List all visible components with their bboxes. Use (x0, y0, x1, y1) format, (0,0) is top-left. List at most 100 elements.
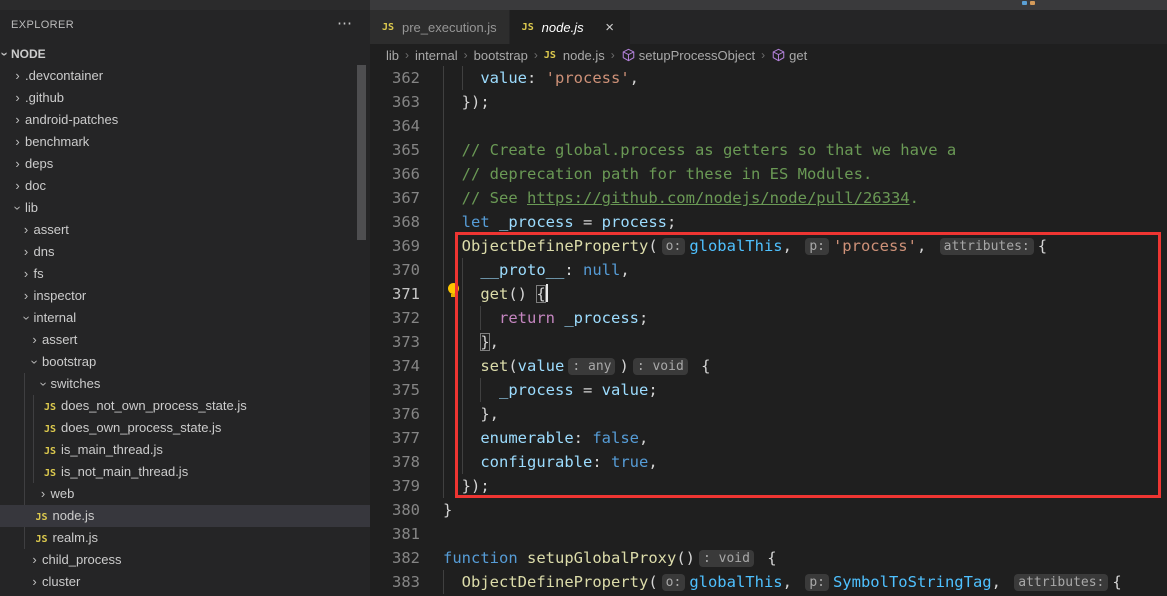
sidebar-scrollbar[interactable] (357, 65, 366, 240)
tree-item-bootstrap[interactable]: ›bootstrap (0, 351, 370, 373)
tree-item-deps[interactable]: ›deps (0, 153, 370, 175)
explorer-sidebar: EXPLORER ⋯ › NODE ›.devcontainer›.github… (0, 10, 370, 596)
code-line-363[interactable]: 363 }); (370, 90, 1167, 114)
breadcrumb-item-internal[interactable]: internal (415, 48, 458, 63)
tree-item-benchmark[interactable]: ›benchmark (0, 131, 370, 153)
code-token (443, 69, 480, 87)
tree-item-label: inspector (34, 288, 87, 303)
code-line-379[interactable]: 379 }); (370, 474, 1167, 498)
code-line-375[interactable]: 375 _process = value; (370, 378, 1167, 402)
tree-item-does-not-own-process-state.js[interactable]: JSdoes_not_own_process_state.js (0, 395, 370, 417)
tree-item-web[interactable]: ›web (0, 483, 370, 505)
breadcrumb-item-lib[interactable]: lib (386, 48, 399, 63)
tree-item-internal[interactable]: ›internal (0, 307, 370, 329)
code-line-380[interactable]: 380} (370, 498, 1167, 522)
code-line-364[interactable]: 364 (370, 114, 1167, 138)
inlay-hint: o: (662, 238, 686, 255)
breadcrumb-item-setupProcessObject[interactable]: setupProcessObject (621, 48, 755, 63)
code-token: process (602, 213, 667, 231)
code-line-377[interactable]: 377 enumerable: false, (370, 426, 1167, 450)
code-token: set (480, 357, 508, 375)
code-token (443, 333, 480, 351)
explorer-more-actions-icon[interactable]: ⋯ (337, 14, 352, 32)
code-token: let (462, 213, 490, 231)
tab-node.js[interactable]: JSnode.js× (510, 10, 630, 44)
code-line-373[interactable]: 373 }, (370, 330, 1167, 354)
tree-item-lib[interactable]: ›lib (0, 197, 370, 219)
workspace-section-node[interactable]: › NODE (0, 43, 370, 65)
code-line-367[interactable]: 367 // See https://github.com/nodejs/nod… (370, 186, 1167, 210)
code-line-369[interactable]: 369 ObjectDefineProperty(o:globalThis, p… (370, 234, 1167, 258)
tree-item-assert[interactable]: ›assert (0, 329, 370, 351)
tree-item-label: child_process (42, 552, 122, 567)
code-token: }); (443, 477, 490, 495)
line-number: 377 (370, 426, 420, 450)
code-token: , (639, 429, 648, 447)
code-line-371[interactable]: 371 get() { (370, 282, 1167, 306)
code-line-382[interactable]: 382function setupGlobalProxy(): void { (370, 546, 1167, 570)
code-line-374[interactable]: 374 set(value: any): void { (370, 354, 1167, 378)
code-line-366[interactable]: 366 // deprecation path for these in ES … (370, 162, 1167, 186)
tree-item-node.js[interactable]: JSnode.js (0, 505, 370, 527)
tree-item-does-own-process-state.js[interactable]: JSdoes_own_process_state.js (0, 417, 370, 439)
code-line-370[interactable]: 370 __proto__: null, (370, 258, 1167, 282)
tree-item-cluster[interactable]: ›cluster (0, 571, 370, 593)
tree-item-label: cluster (42, 574, 80, 589)
code-token: , (490, 333, 499, 351)
chevron-down-icon: › (24, 355, 46, 370)
code-token: : (527, 69, 546, 87)
workspace-section-label: NODE (11, 43, 46, 65)
lightbulb-code-action-icon[interactable] (447, 283, 460, 298)
code-line-376[interactable]: 376 }, (370, 402, 1167, 426)
inlay-hint: p: (805, 238, 829, 255)
tree-item-assert[interactable]: ›assert (0, 219, 370, 241)
code-token (490, 213, 499, 231)
tree-item-is-not-main-thread.js[interactable]: JSis_not_main_thread.js (0, 461, 370, 483)
tree-item-android-patches[interactable]: ›android-patches (0, 109, 370, 131)
code-token: false (592, 429, 639, 447)
breadcrumb-item-get[interactable]: get (771, 48, 807, 63)
code-line-378[interactable]: 378 configurable: true, (370, 450, 1167, 474)
code-token (443, 165, 462, 183)
code-line-372[interactable]: 372 return _process; (370, 306, 1167, 330)
tree-item-label: deps (25, 156, 53, 171)
tab-pre_execution.js[interactable]: JSpre_execution.js (370, 10, 509, 44)
tree-item-is-main-thread.js[interactable]: JSis_main_thread.js (0, 439, 370, 461)
code-text: }, (443, 330, 499, 354)
tree-item-dns[interactable]: ›dns (0, 241, 370, 263)
code-line-383[interactable]: 383 ObjectDefineProperty(o:globalThis, p… (370, 570, 1167, 594)
tree-item-fs[interactable]: ›fs (0, 263, 370, 285)
line-number: 381 (370, 522, 420, 546)
title-bar-editor-part (370, 0, 1167, 10)
chevron-right-icon: › (27, 549, 42, 571)
code-line-362[interactable]: 362 value: 'process', (370, 66, 1167, 90)
close-icon[interactable]: × (602, 20, 618, 35)
line-number: 367 (370, 186, 420, 210)
tree-item-.github[interactable]: ›.github (0, 87, 370, 109)
tree-item-switches[interactable]: ›switches (0, 373, 370, 395)
code-token: ; (639, 309, 648, 327)
code-token: = (574, 381, 602, 399)
tree-item-realm.js[interactable]: JSrealm.js (0, 527, 370, 549)
code-token: { (1112, 573, 1121, 591)
tree-item-.devcontainer[interactable]: ›.devcontainer (0, 65, 370, 87)
code-token: SymbolToStringTag (833, 573, 992, 591)
inlay-hint: : any (568, 358, 615, 375)
title-bar-icon (1030, 1, 1035, 5)
code-text: __proto__: null, (443, 258, 630, 282)
tree-item-inspector[interactable]: ›inspector (0, 285, 370, 307)
tree-item-child-process[interactable]: ›child_process (0, 549, 370, 571)
breadcrumb-item-node.js[interactable]: JSnode.js (544, 48, 605, 63)
lightbulb-head (448, 283, 459, 294)
code-token: , (620, 261, 629, 279)
code-token: , (630, 69, 639, 87)
code-line-381[interactable]: 381 (370, 522, 1167, 546)
code-line-368[interactable]: 368 let _process = process; (370, 210, 1167, 234)
code-editor[interactable]: 362 value: 'process',363 });364365 // Cr… (370, 66, 1167, 596)
code-token: true (611, 453, 648, 471)
explorer-title: EXPLORER (11, 19, 74, 31)
breadcrumb-item-bootstrap[interactable]: bootstrap (474, 48, 528, 63)
code-text: } (443, 498, 452, 522)
tree-item-doc[interactable]: ›doc (0, 175, 370, 197)
code-line-365[interactable]: 365 // Create global.process as getters … (370, 138, 1167, 162)
